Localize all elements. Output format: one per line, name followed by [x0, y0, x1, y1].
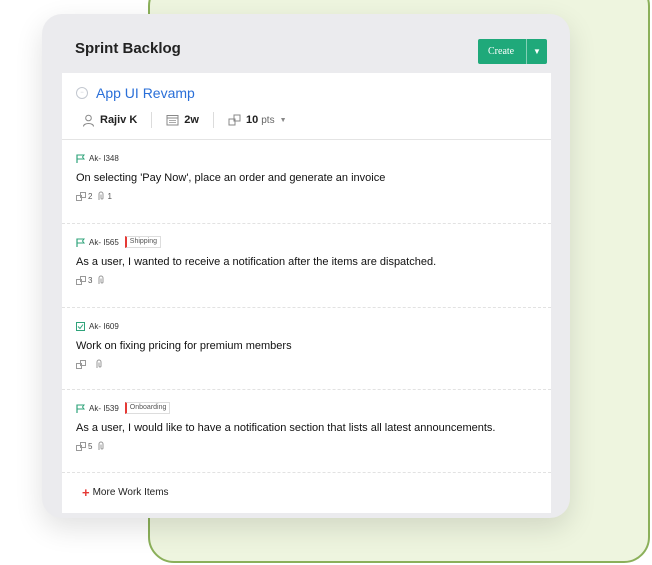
item-tag[interactable]: Onboarding: [124, 402, 171, 414]
item-summary[interactable]: As a user, I would like to have a notifi…: [76, 422, 546, 434]
plus-icon: +: [82, 485, 90, 500]
points-icon: [228, 114, 241, 126]
item-points: 3: [88, 275, 93, 285]
list-item[interactable]: Ak- I565 Shipping As a user, I wanted to…: [76, 236, 546, 285]
attachment-icon: [96, 359, 102, 368]
flag-icon: [76, 404, 85, 413]
item-summary[interactable]: On selecting 'Pay Now', place an order a…: [76, 172, 546, 184]
epic-title[interactable]: App UI Revamp: [96, 85, 195, 101]
collapse-icon[interactable]: −: [76, 87, 88, 99]
points-value: 10: [245, 114, 259, 126]
duration-value: 2w: [184, 114, 199, 126]
item-points: 5: [88, 441, 93, 451]
item-id[interactable]: Ak- I609: [89, 322, 119, 331]
duration[interactable]: 2w: [166, 114, 199, 126]
item-tag[interactable]: Shipping: [124, 236, 162, 248]
item-stats: 3: [76, 275, 546, 285]
points-icon: [76, 275, 86, 285]
item-id[interactable]: Ak- I539: [89, 404, 119, 413]
task-checkbox-icon: [76, 321, 85, 331]
points-icon: [76, 441, 86, 451]
item-points: 2: [88, 191, 93, 201]
epic-header[interactable]: − App UI Revamp: [76, 85, 195, 101]
item-attachments: 1: [107, 191, 112, 201]
meta-divider: [212, 112, 214, 128]
list-item[interactable]: Ak- I348 On selecting 'Pay Now', place a…: [76, 152, 546, 201]
divider: [62, 307, 551, 308]
attachment-icon: [98, 275, 104, 284]
item-summary[interactable]: Work on fixing pricing for premium membe…: [76, 340, 546, 352]
calendar-icon: [166, 115, 179, 126]
divider: [62, 223, 551, 224]
create-button[interactable]: Create ▼: [478, 39, 547, 64]
item-id[interactable]: Ak- I565: [89, 238, 119, 247]
points-unit: pts: [261, 114, 275, 126]
item-summary[interactable]: As a user, I wanted to receive a notific…: [76, 256, 546, 268]
panel-title: Sprint Backlog: [75, 40, 181, 57]
list-item[interactable]: Ak- I609 Work on fixing pricing for prem…: [76, 320, 546, 369]
item-stats: 5: [76, 441, 546, 451]
meta-divider: [151, 112, 153, 128]
points-icon: [76, 191, 86, 201]
user-icon: [83, 114, 94, 127]
story-points[interactable]: 10 pts ▼: [228, 114, 287, 126]
more-work-items-label[interactable]: More Work Items: [93, 487, 169, 498]
flag-icon: [76, 238, 85, 247]
more-work-items-link[interactable]: + More Work Items: [82, 485, 169, 500]
create-button-label[interactable]: Create: [478, 46, 526, 57]
attachment-icon: [98, 191, 104, 200]
points-icon: [76, 359, 86, 369]
assignee[interactable]: Rajiv K: [82, 114, 137, 127]
item-id[interactable]: Ak- I348: [89, 154, 119, 163]
epic-meta: Rajiv K 2w 10 pts ▼: [82, 111, 287, 129]
chevron-down-icon[interactable]: ▼: [280, 117, 287, 124]
divider: [62, 472, 551, 473]
chevron-down-icon[interactable]: ▼: [527, 47, 547, 56]
divider: [62, 139, 551, 140]
attachment-icon: [98, 441, 104, 450]
assignee-name: Rajiv K: [100, 114, 138, 126]
list-item[interactable]: Ak- I539 Onboarding As a user, I would l…: [76, 402, 546, 451]
item-stats: [76, 359, 546, 369]
flag-icon: [76, 154, 85, 163]
backlog-content: − App UI Revamp Rajiv K 2w 10 pts ▼ Ak- …: [62, 73, 551, 513]
item-stats: 2 1: [76, 191, 546, 201]
divider: [62, 389, 551, 390]
sprint-backlog-card: Sprint Backlog Create ▼ − App UI Revamp …: [42, 14, 570, 518]
